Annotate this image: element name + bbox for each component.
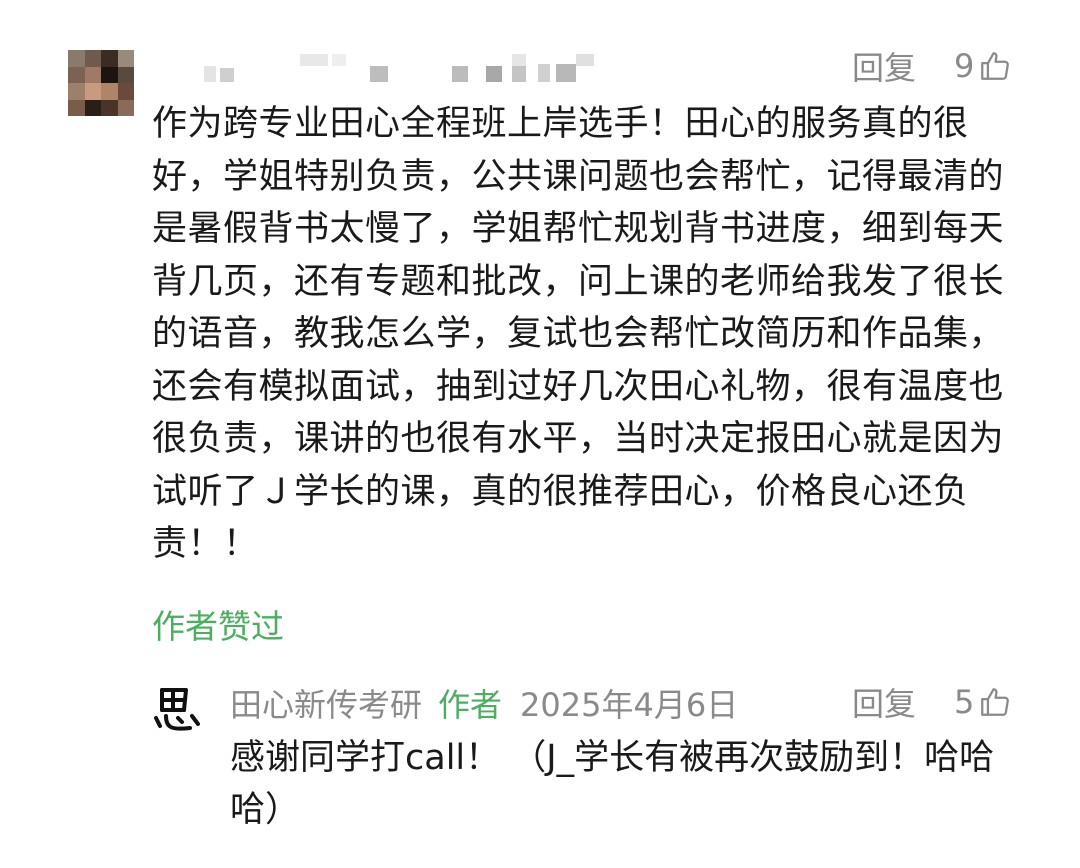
comment-actions: 回复 9 — [852, 44, 1012, 88]
username-redacted — [200, 54, 620, 84]
reply-username[interactable]: 田心新传考研 — [230, 680, 422, 726]
reply-button[interactable]: 回复 — [852, 679, 916, 725]
calligraphy-logo-icon[interactable] — [152, 684, 208, 734]
author-liked-badge: 作者赞过 — [152, 607, 284, 646]
like-count[interactable]: 9 — [954, 47, 974, 85]
avatar[interactable] — [68, 50, 134, 116]
reply-text: 感谢同学打call！ （J_学长有被再次鼓励到！哈哈哈） — [230, 738, 995, 830]
author-tag: 作者 — [438, 686, 503, 724]
thumbs-up-icon[interactable] — [978, 685, 1012, 719]
comment-text: 作为跨专业田心全程班上岸选手！田心的服务真的很好，学姐特别负责，公共课问题也会帮… — [152, 104, 1005, 564]
reply-button[interactable]: 回复 — [852, 43, 916, 89]
reply-date: 2025年4月6日 — [520, 686, 739, 724]
like-count[interactable]: 5 — [954, 683, 974, 721]
reply-actions: 回复 5 — [852, 680, 1012, 724]
reply-meta: 田心新传考研 作者 2025年4月6日 — [230, 680, 738, 726]
thumbs-up-icon[interactable] — [978, 49, 1012, 83]
